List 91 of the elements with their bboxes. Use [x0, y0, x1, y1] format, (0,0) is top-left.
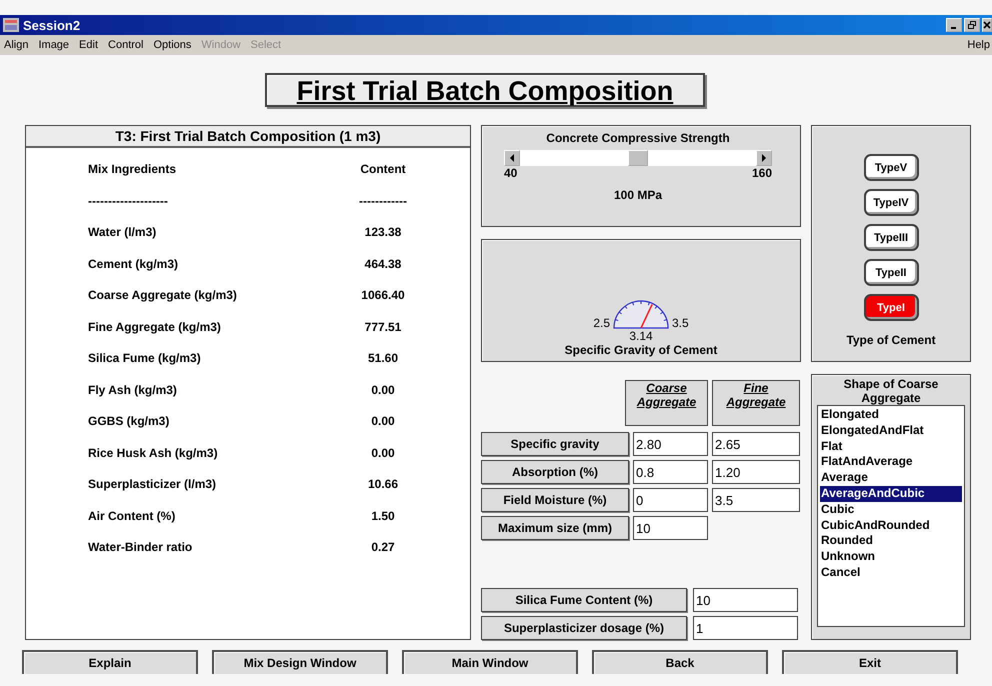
column-header: Mix Ingredients — [88, 162, 178, 178]
ingredient-name: Fine Aggregate (kg/m3) — [88, 320, 222, 336]
input-field[interactable]: 3.5 — [712, 488, 800, 512]
cement-type-button[interactable]: TypeV — [864, 154, 918, 181]
page-heading: First Trial Batch Composition — [265, 73, 705, 107]
input-field[interactable]: 1 — [693, 616, 798, 640]
menu-item[interactable]: Control — [108, 39, 144, 51]
separator-text: ------------ — [358, 194, 408, 210]
cement-type-button[interactable]: TypeII — [864, 259, 918, 286]
separator-text: -------------------- — [88, 194, 169, 210]
close-button[interactable] — [982, 18, 992, 32]
ingredient-value: 464.38 — [364, 256, 402, 272]
panel-title: Concrete Compressive Strength — [545, 131, 731, 145]
input-field[interactable]: 1.20 — [712, 460, 800, 484]
ingredient-name: GGBS (kg/m3) — [88, 414, 170, 430]
list-item[interactable]: Average — [820, 470, 962, 486]
menu-item[interactable]: Help — [967, 39, 990, 51]
window-icon — [3, 18, 19, 32]
min-label: 2.5 — [593, 317, 610, 329]
ingredient-value: 10.66 — [366, 477, 400, 493]
ingredient-name: Water (l/m3) — [88, 225, 158, 241]
menu-item[interactable]: Edit — [79, 39, 98, 51]
column-header: Content — [359, 162, 407, 178]
ingredient-value: 1.50 — [370, 508, 396, 524]
ingredient-value: 0.00 — [370, 446, 396, 462]
menu-item[interactable]: Image — [38, 39, 70, 51]
action-button[interactable]: Mix Design Window — [212, 650, 388, 674]
property-label: Specific gravity — [481, 432, 629, 456]
list-item[interactable]: ElongatedAndFlat — [820, 422, 962, 439]
ingredient-value: 0.00 — [370, 382, 396, 398]
minimize-button[interactable] — [946, 18, 962, 32]
ingredient-name: Fly Ash (kg/m3) — [88, 382, 178, 398]
list-item[interactable]: CubicAndRounded — [820, 518, 962, 534]
max-label: 160 — [752, 166, 772, 180]
ingredient-value: 123.38 — [364, 225, 402, 241]
action-button[interactable]: Explain — [22, 650, 198, 674]
action-button[interactable]: Exit — [782, 650, 958, 674]
ingredient-name: Cement (kg/m3) — [88, 256, 180, 272]
strength-reading: 100 MPa — [612, 188, 664, 202]
ingredient-value: 777.51 — [364, 320, 402, 336]
ingredient-value: 0.00 — [370, 414, 396, 430]
property-label: Superplasticizer dosage (%) — [481, 616, 687, 640]
action-button[interactable]: Main Window — [402, 650, 578, 674]
ingredient-name: Rice Husk Ash (kg/m3) — [88, 446, 219, 462]
list-item[interactable]: Rounded — [820, 533, 962, 550]
panel-title: Shape of Coarse Aggregate — [842, 377, 940, 405]
action-button[interactable]: Back — [592, 650, 768, 674]
input-field[interactable]: 2.80 — [633, 432, 708, 456]
panel-title: T3: First Trial Batch Composition (1 m3) — [26, 126, 470, 148]
property-label: Silica Fume Content (%) — [481, 588, 687, 612]
restore-icon — [968, 21, 976, 29]
menu-item[interactable]: Align — [4, 39, 28, 51]
column-header: Coarse Aggregate — [625, 380, 708, 426]
cement-type-button[interactable]: TypeIV — [864, 189, 918, 216]
input-field[interactable]: 10 — [693, 588, 798, 612]
list-item[interactable]: AverageAndCubic — [820, 486, 962, 502]
cement-type-button[interactable]: TypeIII — [864, 224, 918, 251]
window-title: Session2 — [23, 18, 80, 32]
input-field[interactable]: 0 — [633, 488, 708, 512]
list-item[interactable]: Flat — [820, 438, 962, 454]
ingredient-name: Superplasticizer (l/m3) — [88, 477, 218, 493]
ingredient-value: 51.60 — [366, 351, 400, 367]
ingredient-name: Silica Fume (kg/m3) — [88, 351, 202, 367]
input-field[interactable]: 10 — [633, 516, 708, 540]
ingredient-name: Water-Binder ratio — [88, 540, 194, 556]
ingredient-name: Air Content (%) — [88, 508, 176, 524]
input-field[interactable]: 2.65 — [712, 432, 800, 456]
ingredient-value: 0.27 — [370, 540, 396, 556]
list-item[interactable]: FlatAndAverage — [820, 454, 962, 470]
cement-type-button[interactable]: TypeI — [864, 294, 918, 321]
gravity-reading: 3.14 — [629, 329, 653, 343]
list-item[interactable]: Elongated — [820, 407, 962, 423]
strength-slider[interactable] — [504, 150, 772, 166]
list-item[interactable]: Cubic — [820, 502, 962, 518]
property-label: Maximum size (mm) — [481, 516, 629, 540]
property-label: Field Moisture (%) — [481, 488, 629, 512]
min-label: 40 — [504, 166, 518, 180]
ingredient-name: Coarse Aggregate (kg/m3) — [88, 288, 238, 304]
column-header: Fine Aggregate — [712, 380, 800, 426]
list-item[interactable]: Unknown — [820, 549, 962, 565]
input-field[interactable]: 0.8 — [633, 460, 708, 484]
slider-thumb[interactable] — [628, 150, 648, 166]
max-label: 3.5 — [672, 317, 689, 329]
close-icon — [983, 21, 991, 29]
property-label: Absorption (%) — [481, 460, 629, 484]
menu-item[interactable]: Options — [153, 39, 192, 51]
panel-caption: Type of Cement — [846, 333, 936, 347]
restore-button[interactable] — [964, 18, 980, 32]
gauge-caption: Specific Gravity of Cement — [564, 343, 718, 357]
ingredient-value: 1066.40 — [360, 288, 406, 304]
list-item[interactable]: Cancel — [820, 564, 962, 581]
